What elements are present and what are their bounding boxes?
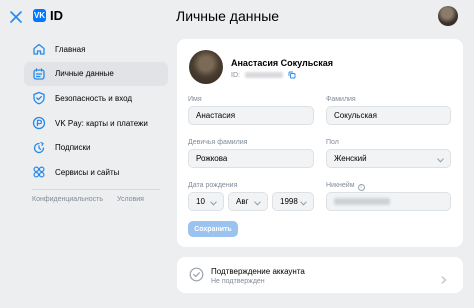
id-value-hidden: [244, 72, 283, 78]
sidebar-item-home[interactable]: Главная: [24, 37, 168, 61]
last-name-label: Фамилия: [326, 96, 356, 103]
info-icon[interactable]: i: [357, 184, 365, 191]
first-name-input[interactable]: Анастасия: [188, 106, 314, 125]
gender-select[interactable]: Женский: [326, 149, 451, 168]
close-icon[interactable]: [8, 9, 24, 25]
sidebar-item-label: Главная: [55, 44, 86, 54]
chevron-down-icon: [437, 156, 444, 163]
sidebar: Главная Личные данные Безопасность и вхо…: [24, 37, 168, 203]
birth-month-value: Авг: [236, 197, 249, 206]
sidebar-item-personal-data[interactable]: Личные данные: [24, 61, 168, 86]
sidebar-divider: [32, 189, 160, 191]
profile-id: ID:: [231, 71, 296, 79]
gender-value: Женский: [334, 154, 367, 163]
sidebar-item-label: Безопасность и вход: [55, 93, 133, 103]
vk-id-logo[interactable]: VK ID: [33, 8, 63, 23]
gender-label: Пол: [326, 139, 339, 146]
profile-avatar[interactable]: [189, 50, 223, 84]
chevron-down-icon: [210, 199, 217, 206]
last-name-value: Сокульская: [334, 111, 377, 120]
sidebar-item-label: Подписки: [55, 143, 91, 153]
nickname-input[interactable]: [326, 192, 451, 211]
first-name-value: Анастасия: [196, 111, 236, 120]
chevron-right-icon: [441, 271, 447, 284]
birth-year-value: 1998: [280, 197, 298, 206]
first-name-label: Имя: [188, 96, 202, 103]
personal-data-card: Анастасия Сокульская ID: Имя Анастасия Ф…: [177, 39, 463, 247]
sidebar-item-label: Сервисы и сайты: [55, 167, 120, 177]
pay-icon: [32, 116, 46, 130]
sidebar-item-services[interactable]: Сервисы и сайты: [24, 160, 168, 184]
subscription-icon: [32, 141, 46, 155]
sidebar-item-security[interactable]: Безопасность и вход: [24, 86, 168, 110]
birth-year-select[interactable]: 1998: [272, 192, 314, 211]
chevron-down-icon: [254, 199, 261, 206]
terms-link[interactable]: Условия: [117, 196, 144, 203]
verification-title: Подтверждение аккаунта: [211, 267, 305, 276]
shield-icon: [32, 91, 46, 105]
sidebar-item-subscriptions[interactable]: Подписки: [24, 136, 168, 160]
nickname-value-hidden: [334, 198, 390, 205]
maiden-name-label: Девичья фамилия: [188, 139, 248, 146]
chevron-down-icon: [300, 199, 307, 206]
services-icon: [32, 165, 46, 179]
sidebar-item-label: Личные данные: [55, 69, 114, 79]
save-button[interactable]: Сохранить: [188, 221, 238, 237]
last-name-input[interactable]: Сокульская: [326, 106, 451, 125]
maiden-name-value: Рожкова: [196, 154, 228, 163]
user-avatar[interactable]: [438, 6, 458, 26]
id-card-icon: [32, 67, 46, 81]
maiden-name-input[interactable]: Рожкова: [188, 149, 314, 168]
verification-status: Не подтвержден: [211, 278, 265, 285]
page-title: Личные данные: [176, 8, 280, 24]
copy-icon[interactable]: [288, 71, 296, 79]
sidebar-item-vk-pay[interactable]: VK Pay: карты и платежи: [24, 111, 168, 135]
check-circle-icon: [189, 267, 204, 282]
birthdate-label: Дата рождения: [188, 182, 238, 189]
id-prefix: ID:: [231, 71, 240, 79]
profile-name: Анастасия Сокульская: [231, 58, 334, 68]
birth-day-value: 10: [196, 197, 205, 206]
sidebar-footer: Конфиденциальность Условия: [24, 196, 168, 203]
nickname-label-text: Никнейм: [326, 182, 355, 189]
home-icon: [32, 42, 46, 56]
privacy-link[interactable]: Конфиденциальность: [32, 196, 103, 203]
logo-text: ID: [50, 8, 63, 23]
birth-month-select[interactable]: Авг: [228, 192, 268, 211]
birth-day-select[interactable]: 10: [188, 192, 224, 211]
sidebar-item-label: VK Pay: карты и платежи: [55, 118, 148, 128]
top-bar: VK ID Личные данные: [0, 0, 474, 34]
nickname-label: Никнейм i: [326, 182, 365, 191]
account-verification-card[interactable]: Подтверждение аккаунта Не подтвержден: [177, 257, 463, 293]
vk-logo-icon: VK: [33, 9, 46, 22]
